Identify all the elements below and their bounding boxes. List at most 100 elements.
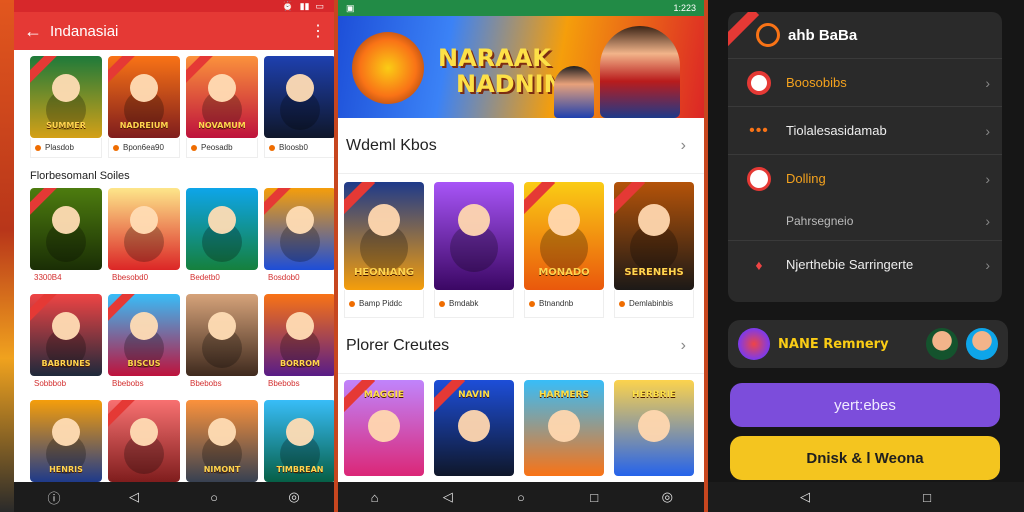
home-app-icon[interactable]: ⌂ (364, 486, 386, 508)
game-card[interactable]: NADREIUM Bpon6ea90 (108, 56, 180, 158)
character-art (638, 204, 670, 236)
game-card[interactable]: BABRUNES Sobbbob (30, 294, 102, 392)
badge-icon (529, 300, 535, 307)
game-card[interactable]: NAVIN (434, 380, 514, 476)
game-label: Bbebobs (190, 379, 222, 388)
game-meta: Peosadb (186, 138, 258, 158)
menu-item[interactable]: Boosobibs › (728, 58, 1002, 106)
recents-nav-icon[interactable]: □ (583, 486, 605, 508)
game-meta: Btnandnb (524, 290, 604, 318)
game-caption: NAVIN (458, 390, 490, 400)
character-art (52, 418, 80, 446)
game-card[interactable]: Bbesobd0 (108, 188, 180, 286)
game-thumbnail: BORROM (264, 294, 334, 376)
game-card[interactable]: NOVAMUM Peosadb (186, 56, 258, 158)
game-card[interactable]: SERENEHS Demlabinbis (614, 182, 694, 318)
game-label: Bpon6ea90 (123, 143, 164, 152)
game-card[interactable] (108, 400, 180, 482)
character-art (130, 74, 158, 102)
game-meta: Demlabinbis (614, 290, 694, 318)
game-card[interactable]: HENRIS (30, 400, 102, 482)
game-thumbnail: MAGGIE (344, 380, 424, 476)
menu-item-label: Dolling (786, 171, 826, 186)
game-card[interactable]: Bbebobs (186, 294, 258, 392)
game-label: Bbebobs (268, 379, 300, 388)
game-meta: Bpon6ea90 (108, 138, 180, 158)
more-dots-icon: ••• (749, 121, 769, 139)
primary-button[interactable]: yert:ebes (730, 383, 1000, 427)
assistant-icon[interactable]: ◎ (283, 486, 305, 508)
game-caption: MAGGIE (363, 390, 405, 400)
secondary-button[interactable]: Dnisk & l Weona (730, 436, 1000, 480)
back-arrow-icon[interactable]: ← (24, 21, 50, 42)
alarm-icon: ⏰ (282, 0, 294, 11)
chevron-right-icon: › (985, 256, 990, 273)
menu-item[interactable]: Dolling › (728, 154, 1002, 202)
chevron-right-icon: › (985, 122, 990, 139)
menu-item[interactable]: ♦ Njerthebie Sarringerte › (728, 240, 1002, 288)
game-card[interactable]: NIMONT (186, 400, 258, 482)
game-caption: NADREIUM (119, 121, 169, 130)
promo-banner[interactable]: NANE Remnery (728, 320, 1008, 368)
decorative-edge (0, 0, 14, 512)
game-card[interactable]: Bosdob0 (264, 188, 334, 286)
game-card[interactable]: MAGGIE (344, 380, 424, 476)
character-art (208, 418, 236, 446)
section-title: Plorer Creutes (346, 336, 450, 354)
section-header[interactable]: Plorer Creutes › (338, 318, 704, 374)
game-card[interactable]: BORROM Bbebobs (264, 294, 334, 392)
game-thumbnail: BABRUNES (30, 294, 102, 376)
game-caption: HERBRIE (632, 390, 676, 400)
game-caption: NOVAMUM (198, 121, 246, 130)
game-card[interactable]: SUMMER Plasdob (30, 56, 102, 158)
game-label: Bedetb0 (190, 273, 220, 282)
badge-icon (619, 300, 625, 307)
chevron-right-icon: › (680, 336, 686, 354)
menu-subitem[interactable]: Pahrsegneio › (728, 202, 1002, 240)
chevron-right-icon: › (985, 74, 990, 91)
game-card[interactable]: HERBRIE (614, 380, 694, 476)
game-caption: BORROM (280, 359, 320, 368)
back-nav-icon[interactable]: ◁ (437, 486, 459, 508)
game-label: Sobbbob (34, 379, 67, 388)
game-thumbnail: SUMMER (30, 56, 102, 138)
game-card[interactable]: Bmdabk (434, 182, 514, 318)
game-caption: SERENEHS (624, 267, 684, 278)
assistant-icon[interactable]: ◎ (656, 486, 678, 508)
game-meta: Plasdob (30, 138, 102, 158)
game-card[interactable]: TIMBREAN (264, 400, 334, 482)
character-art (52, 312, 80, 340)
game-thumbnail: NIMONT (186, 400, 258, 482)
back-nav-icon[interactable]: ◁ (794, 486, 816, 508)
back-nav-icon[interactable]: ◁ (123, 486, 145, 508)
badge-icon (191, 144, 197, 151)
avatar (926, 328, 958, 360)
game-thumbnail: HEONIANG (344, 182, 424, 290)
game-caption: TIMBREAN (276, 465, 324, 474)
game-thumbnail: HENRIS (30, 400, 102, 482)
app-screen-2: ▣ 1:223 NARAAK NADNIN Wdeml Kbos › HEONI… (338, 0, 704, 512)
badge-icon (349, 300, 355, 307)
hero-banner[interactable]: NARAAK NADNIN (338, 16, 704, 118)
menu-card: ahb BaBa Boosobibs › ••• Tiolalesasidama… (728, 12, 1002, 302)
home-nav-icon[interactable]: ○ (510, 486, 532, 508)
game-card[interactable]: HARMERS (524, 380, 604, 476)
character-art (130, 312, 158, 340)
home-nav-icon[interactable]: ○ (203, 486, 225, 508)
game-card[interactable]: 3300B4 (30, 188, 102, 286)
info-icon[interactable]: ⓘ (43, 486, 65, 508)
game-label: 3300B4 (34, 273, 62, 282)
game-card[interactable]: Bedetb0 (186, 188, 258, 286)
game-card[interactable]: HEONIANG Bamp Piddc (344, 182, 424, 318)
character-art (458, 204, 490, 236)
menu-item[interactable]: ••• Tiolalesasidamab › (728, 106, 1002, 154)
character-art (548, 204, 580, 236)
game-thumbnail: NOVAMUM (186, 56, 258, 138)
game-label: Demlabinbis (629, 299, 674, 308)
game-card[interactable]: Bloosb0 (264, 56, 334, 158)
overflow-menu-icon[interactable]: ⋮ (310, 21, 326, 41)
game-card[interactable]: MONADO Btnandnb (524, 182, 604, 318)
section-header[interactable]: Wdeml Kbos › (338, 118, 704, 174)
game-card[interactable]: BISCUS Bbebobs (108, 294, 180, 392)
recents-nav-icon[interactable]: □ (916, 486, 938, 508)
